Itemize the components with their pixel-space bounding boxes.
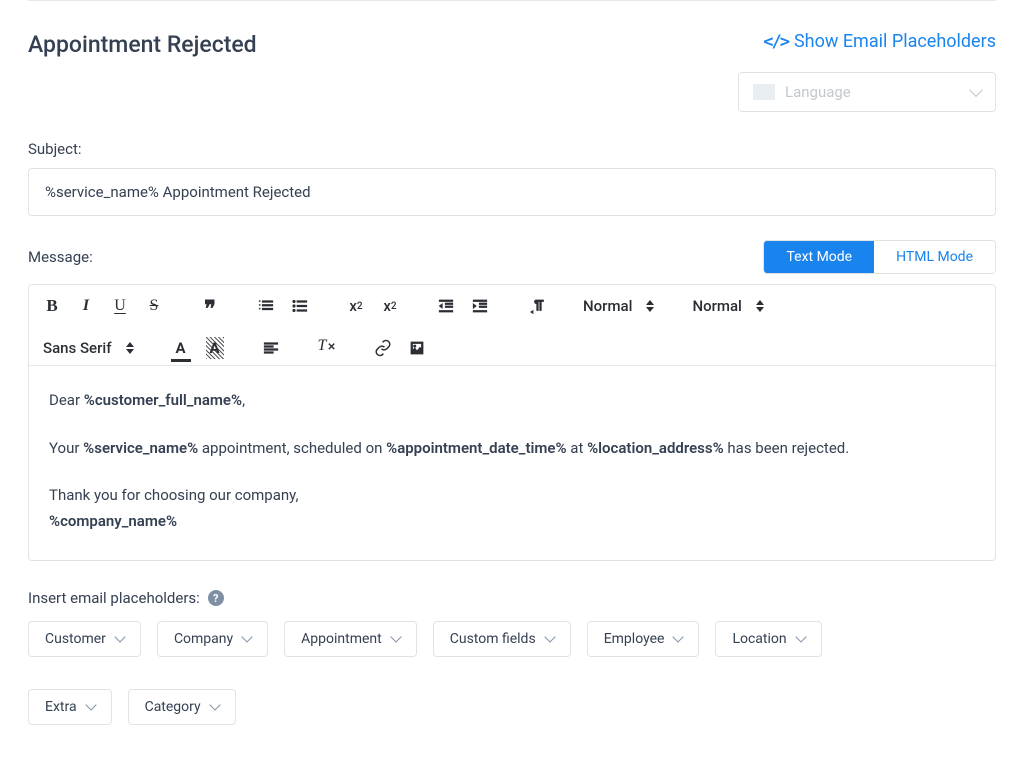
strikethrough-button[interactable]: S — [145, 295, 163, 317]
code-icon: </> — [763, 32, 788, 52]
chevron-down-icon — [114, 631, 125, 642]
heading-picker-label: Normal — [583, 297, 632, 315]
chevron-down-icon — [85, 699, 96, 710]
subject-input[interactable] — [28, 168, 996, 216]
chevron-down-icon — [544, 631, 555, 642]
sort-icon — [756, 300, 764, 312]
message-label: Message: — [28, 248, 93, 266]
chip-label: Appointment — [301, 631, 382, 647]
text: Your — [49, 439, 83, 457]
size-picker-label: Normal — [692, 297, 741, 315]
chevron-down-icon — [969, 83, 983, 97]
chip-label: Company — [174, 631, 233, 647]
chip-label: Category — [145, 699, 201, 715]
chip-label: Customer — [45, 631, 106, 647]
insert-placeholders-label: Insert email placeholders: — [28, 589, 200, 607]
underline-button[interactable]: U — [111, 295, 129, 317]
link-button[interactable] — [374, 337, 392, 359]
placeholder-token: %customer_full_name% — [84, 391, 242, 409]
outdent-button[interactable] — [437, 295, 455, 317]
background-color-button[interactable]: A — [206, 337, 224, 359]
text: has been rejected. — [724, 439, 850, 457]
text-direction-button[interactable] — [527, 295, 545, 317]
size-picker[interactable]: Normal — [692, 297, 763, 315]
html-mode-button[interactable]: HTML Mode — [874, 241, 995, 273]
placeholder-chip-row: Customer Company Appointment Custom fiel… — [28, 621, 996, 725]
language-placeholder: Language — [785, 83, 851, 101]
chip-label: Employee — [604, 631, 665, 647]
language-select[interactable]: Language — [738, 72, 996, 112]
chevron-down-icon — [673, 631, 684, 642]
chip-location[interactable]: Location — [715, 621, 821, 657]
placeholder-token: %company_name% — [49, 512, 177, 530]
clear-format-button[interactable]: T✕ — [318, 337, 336, 359]
chip-extra[interactable]: Extra — [28, 689, 112, 725]
chip-label: Extra — [45, 699, 77, 715]
text-color-button[interactable]: A — [172, 337, 190, 359]
sort-icon — [646, 300, 654, 312]
placeholder-token: %appointment_date_time% — [386, 439, 566, 457]
mode-toggle: Text Mode HTML Mode — [763, 240, 996, 274]
chevron-down-icon — [209, 699, 220, 710]
indent-button[interactable] — [471, 295, 489, 317]
text-mode-button[interactable]: Text Mode — [764, 241, 874, 273]
text: , — [242, 391, 245, 409]
unordered-list-button[interactable] — [291, 295, 309, 317]
chip-label: Location — [732, 631, 786, 647]
message-body[interactable]: Dear %customer_full_name%, Your %service… — [29, 366, 995, 560]
chip-customer[interactable]: Customer — [28, 621, 141, 657]
chip-category[interactable]: Category — [128, 689, 236, 725]
sort-icon — [126, 342, 134, 354]
superscript-button[interactable]: x2 — [381, 295, 399, 317]
chevron-down-icon — [390, 631, 401, 642]
italic-button[interactable]: I — [77, 295, 95, 317]
chevron-down-icon — [241, 631, 252, 642]
subject-label: Subject: — [28, 140, 996, 158]
editor-toolbar: B I U S ❞ x2 x2 — [29, 285, 995, 366]
chip-appointment[interactable]: Appointment — [284, 621, 417, 657]
text: at — [567, 439, 588, 457]
chip-employee[interactable]: Employee — [587, 621, 700, 657]
text: Thank you for choosing our company, — [49, 486, 298, 504]
placeholder-token: %location_address% — [587, 439, 724, 457]
ordered-list-button[interactable] — [257, 295, 275, 317]
header-row: Appointment Rejected </> Show Email Plac… — [28, 31, 996, 112]
help-icon[interactable]: ? — [208, 590, 224, 606]
chip-company[interactable]: Company — [157, 621, 268, 657]
text: Dear — [49, 391, 84, 409]
page-title: Appointment Rejected — [28, 31, 257, 58]
blockquote-button[interactable]: ❞ — [201, 295, 219, 317]
chip-label: Custom fields — [450, 631, 536, 647]
image-button[interactable] — [408, 337, 426, 359]
show-email-placeholders-link[interactable]: </> Show Email Placeholders — [763, 31, 996, 52]
chevron-down-icon — [795, 631, 806, 642]
heading-picker[interactable]: Normal — [583, 297, 654, 315]
text: appointment, scheduled on — [198, 439, 386, 457]
placeholder-token: %service_name% — [83, 439, 198, 457]
bold-button[interactable]: B — [43, 295, 61, 317]
flag-icon — [753, 84, 775, 100]
chip-custom-fields[interactable]: Custom fields — [433, 621, 571, 657]
show-placeholders-label: Show Email Placeholders — [794, 31, 996, 52]
editor: B I U S ❞ x2 x2 — [28, 284, 996, 561]
subscript-button[interactable]: x2 — [347, 295, 365, 317]
align-button[interactable] — [262, 337, 280, 359]
font-picker[interactable]: Sans Serif — [43, 339, 134, 357]
font-picker-label: Sans Serif — [43, 339, 112, 357]
